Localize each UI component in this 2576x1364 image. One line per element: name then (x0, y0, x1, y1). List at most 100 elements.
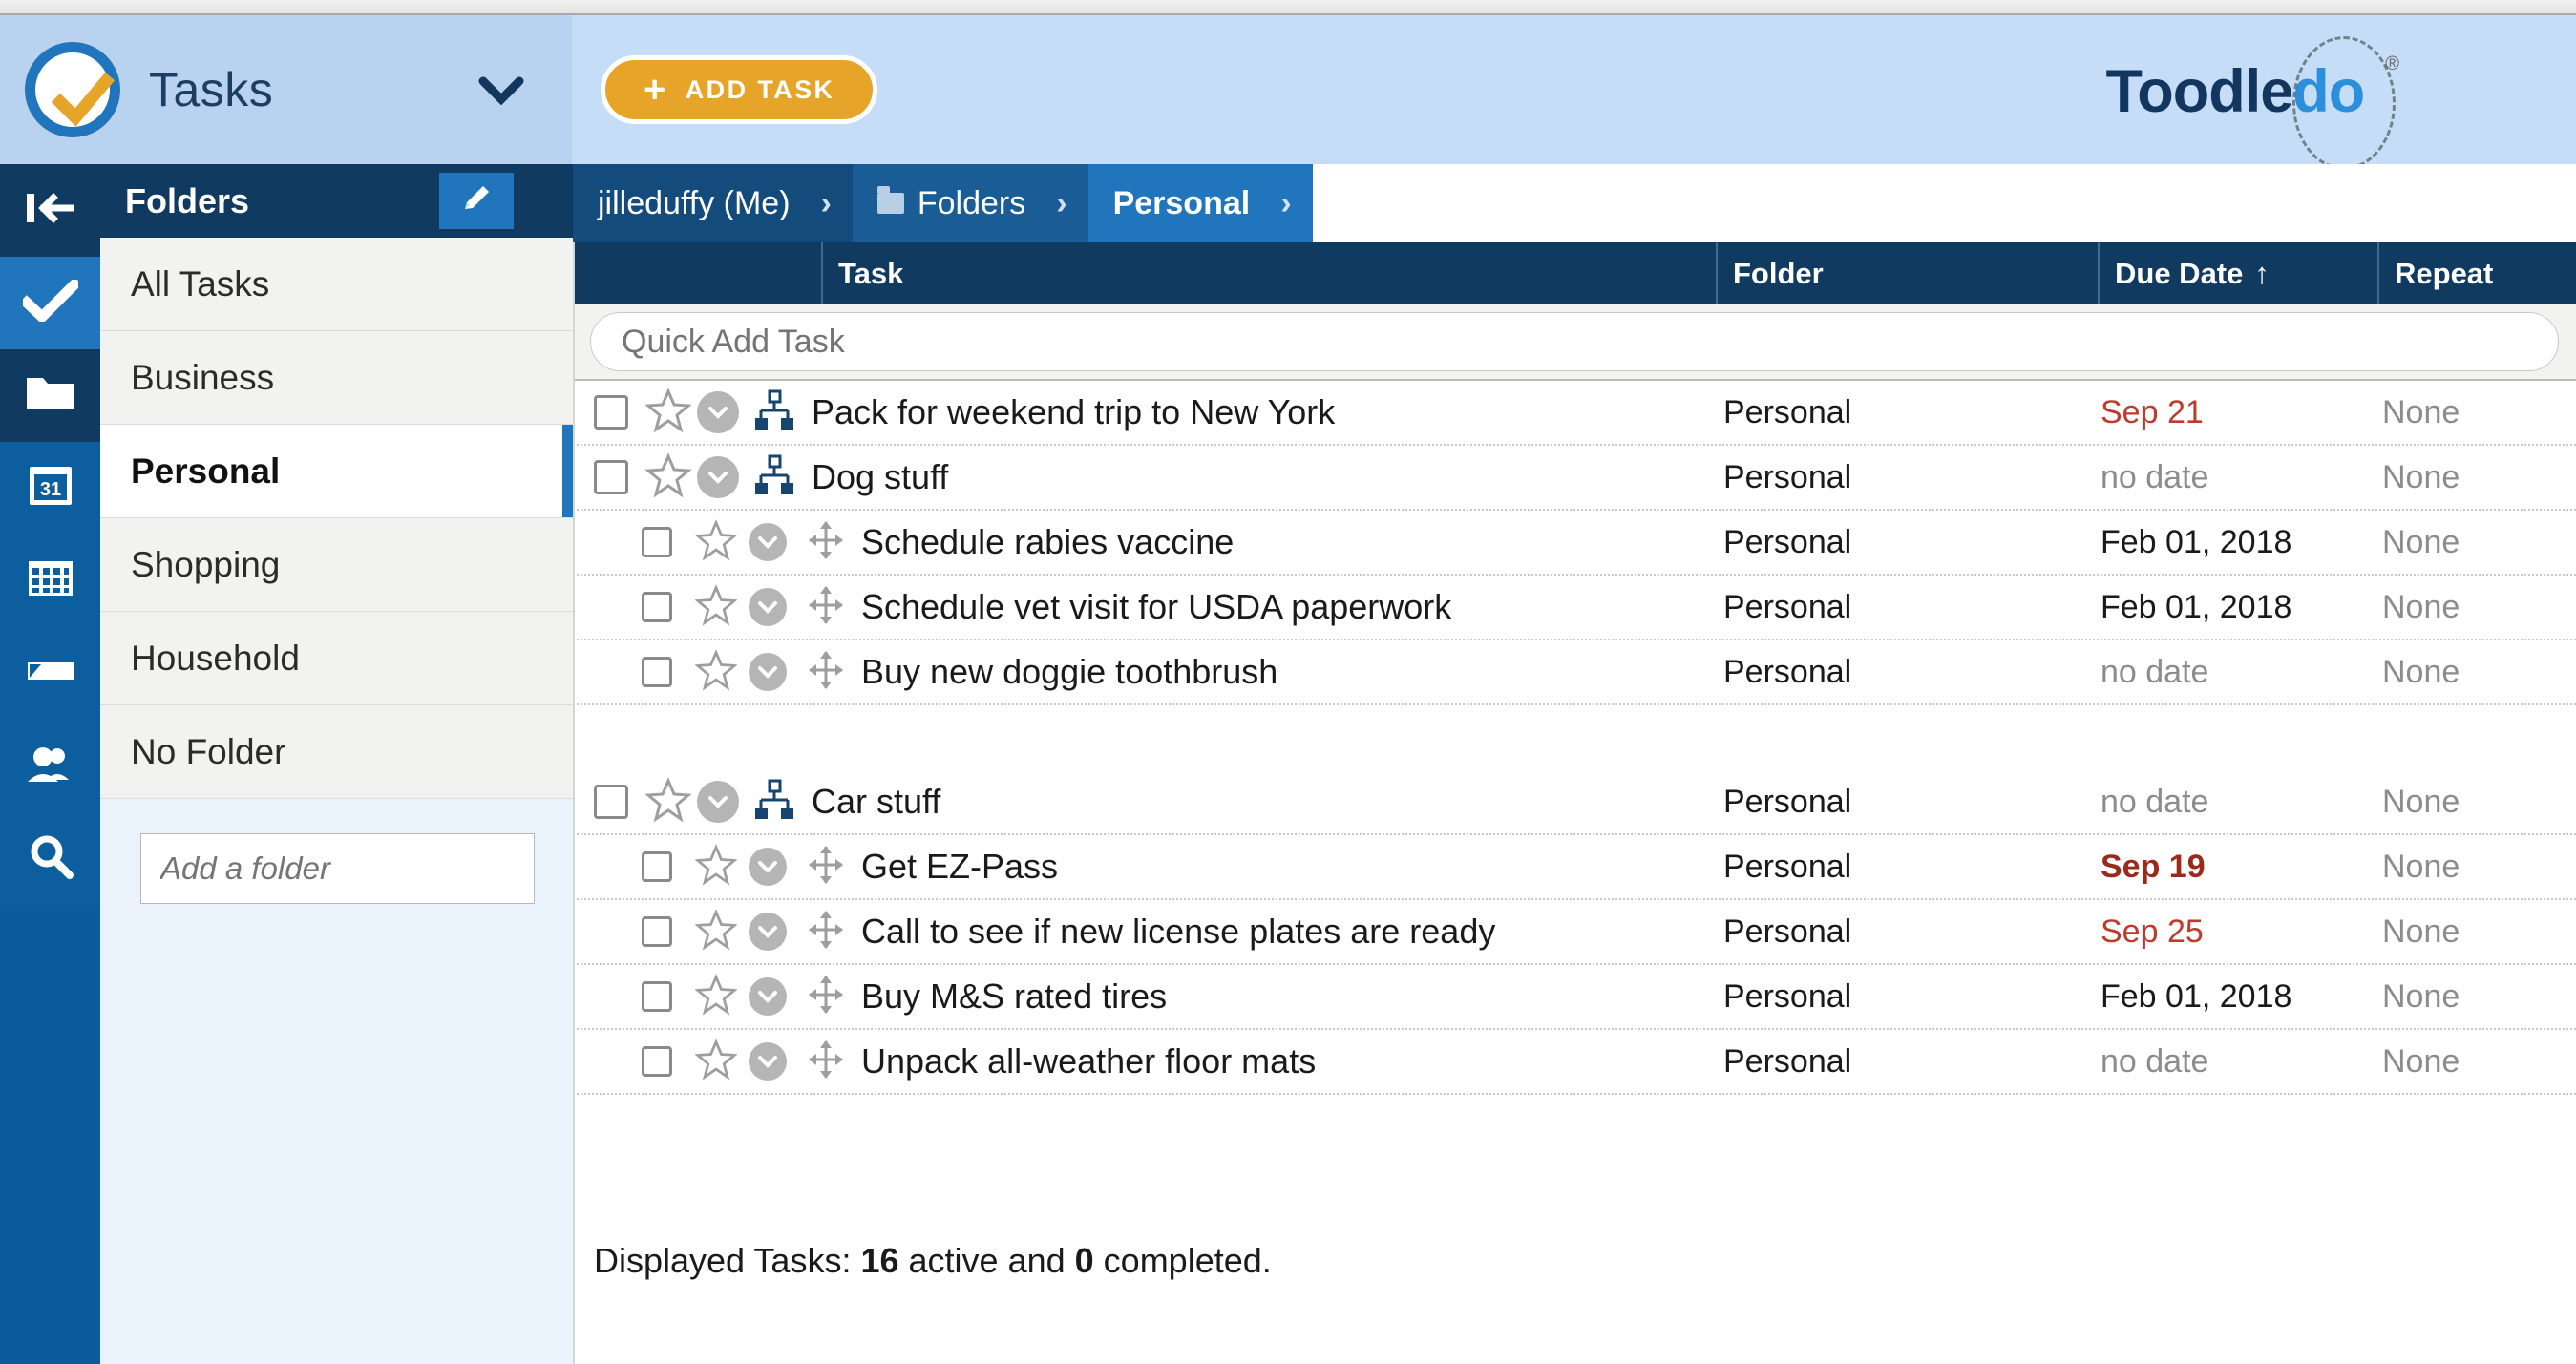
table-row[interactable]: Unpack all-weather floor mats Personal n… (573, 1030, 2576, 1095)
table-row[interactable]: Dog stuff Personal no date None (573, 446, 2576, 511)
star-icon (694, 973, 738, 1020)
sort-ascending-icon: ↑ (2254, 256, 2270, 290)
table-row[interactable]: Schedule rabies vaccine Personal Feb 01,… (573, 511, 2576, 576)
task-title[interactable]: Schedule vet visit for USDA paperwork (861, 576, 1451, 639)
rail-item-notes[interactable] (0, 627, 100, 720)
rail-item-search[interactable] (0, 812, 100, 905)
breadcrumb-item-user[interactable]: jilleduffy (Me) › (573, 164, 853, 242)
task-title[interactable]: Dog stuff (812, 446, 948, 509)
rail-item-collapse[interactable] (0, 164, 100, 257)
task-star-button[interactable] (644, 381, 692, 444)
task-options-button[interactable] (749, 1030, 787, 1093)
task-checkbox[interactable] (594, 446, 628, 509)
chevron-down-icon[interactable] (477, 74, 525, 106)
task-star-button[interactable] (694, 900, 738, 963)
checkbox-icon (642, 981, 672, 1012)
task-options-button[interactable] (697, 770, 739, 833)
rail-item-contacts[interactable] (0, 720, 100, 812)
task-star-button[interactable] (694, 835, 738, 898)
task-title[interactable]: Get EZ-Pass (861, 835, 1058, 898)
edit-folders-button[interactable] (439, 173, 514, 229)
task-checkbox[interactable] (642, 640, 672, 703)
task-star-button[interactable] (694, 576, 738, 639)
icon-rail: 31 (0, 164, 100, 1364)
task-star-button[interactable] (694, 965, 738, 1028)
task-checkbox[interactable] (642, 965, 672, 1028)
column-header-task[interactable]: Task (821, 242, 903, 304)
footer-prefix: Displayed Tasks: (594, 1241, 861, 1280)
task-checkbox[interactable] (642, 835, 672, 898)
task-drag-handle[interactable] (808, 1030, 844, 1093)
sidebar-item-no-folder[interactable]: No Folder (100, 705, 573, 799)
task-star-button[interactable] (644, 446, 692, 509)
table-row[interactable]: Car stuff Personal no date None (573, 770, 2576, 835)
task-due-date: Sep 19 (2101, 848, 2206, 885)
table-row[interactable]: Buy new doggie toothbrush Personal no da… (573, 640, 2576, 705)
task-title[interactable]: Pack for weekend trip to New York (812, 381, 1335, 444)
task-drag-handle[interactable] (808, 576, 844, 639)
task-checkbox[interactable] (594, 770, 628, 833)
toodledo-logo: Toodledo ® (2105, 36, 2399, 170)
task-options-button[interactable] (749, 640, 787, 703)
task-title[interactable]: Buy M&S rated tires (861, 965, 1167, 1028)
task-options-button[interactable] (749, 576, 787, 639)
task-title[interactable]: Car stuff (812, 770, 940, 833)
task-star-button[interactable] (644, 770, 692, 833)
rail-item-tasks[interactable] (0, 257, 100, 349)
task-options-button[interactable] (749, 511, 787, 574)
table-row[interactable]: Get EZ-Pass Personal Sep 19 None (573, 835, 2576, 900)
task-drag-handle[interactable] (808, 640, 844, 703)
footer-completed-count: 0 (1074, 1241, 1094, 1280)
add-task-button[interactable]: + ADD TASK (601, 55, 878, 124)
task-drag-handle[interactable] (808, 900, 844, 963)
sidebar-item-shopping[interactable]: Shopping (100, 518, 573, 612)
app-switcher[interactable]: Tasks (0, 15, 572, 164)
sidebar-item-personal[interactable]: Personal (100, 425, 573, 518)
column-header-due-date[interactable]: Due Date ↑ (2098, 242, 2270, 304)
task-options-button[interactable] (749, 835, 787, 898)
sidebar-item-household[interactable]: Household (100, 612, 573, 705)
chevron-down-icon (749, 653, 787, 691)
task-subtask-toggle[interactable] (754, 381, 794, 444)
table-row[interactable]: Buy M&S rated tires Personal Feb 01, 201… (573, 965, 2576, 1030)
task-checkbox[interactable] (642, 511, 672, 574)
task-options-button[interactable] (749, 900, 787, 963)
task-star-button[interactable] (694, 1030, 738, 1093)
rail-item-grid[interactable] (0, 535, 100, 627)
rail-item-folders[interactable] (0, 349, 100, 442)
footer-active-count: 16 (860, 1241, 899, 1280)
task-drag-handle[interactable] (808, 835, 844, 898)
sitemap-icon (754, 389, 794, 436)
task-title[interactable]: Buy new doggie toothbrush (861, 640, 1277, 703)
rail-item-calendar[interactable]: 31 (0, 442, 100, 535)
task-checkbox[interactable] (594, 381, 628, 444)
task-star-button[interactable] (694, 640, 738, 703)
column-header-folder[interactable]: Folder (1716, 242, 1824, 304)
task-subtask-toggle[interactable] (754, 770, 794, 833)
task-drag-handle[interactable] (808, 511, 844, 574)
task-title[interactable]: Unpack all-weather floor mats (861, 1030, 1316, 1093)
table-row[interactable]: Schedule vet visit for USDA paperwork Pe… (573, 576, 2576, 640)
task-options-button[interactable] (749, 965, 787, 1028)
task-checkbox[interactable] (642, 1030, 672, 1093)
task-subtask-toggle[interactable] (754, 446, 794, 509)
task-options-button[interactable] (697, 381, 739, 444)
table-row[interactable]: Pack for weekend trip to New York Person… (573, 381, 2576, 446)
quick-add-task-input[interactable] (590, 312, 2559, 371)
task-title[interactable]: Call to see if new license plates are re… (861, 900, 1495, 963)
checkbox-icon (642, 1046, 672, 1077)
breadcrumb-item-personal[interactable]: Personal › (1087, 164, 1313, 242)
sidebar-item-business[interactable]: Business (100, 331, 573, 425)
breadcrumb-item-folders[interactable]: Folders › (852, 164, 1088, 242)
add-folder-input[interactable] (140, 833, 535, 904)
task-drag-handle[interactable] (808, 965, 844, 1028)
task-checkbox[interactable] (642, 576, 672, 639)
column-header-repeat[interactable]: Repeat (2377, 242, 2493, 304)
task-checkbox[interactable] (642, 900, 672, 963)
task-title[interactable]: Schedule rabies vaccine (861, 511, 1234, 574)
task-options-button[interactable] (697, 446, 739, 509)
sidebar-item-all-tasks[interactable]: All Tasks (100, 238, 573, 331)
task-star-button[interactable] (694, 511, 738, 574)
task-due-date: no date (2101, 783, 2209, 820)
table-row[interactable]: Call to see if new license plates are re… (573, 900, 2576, 965)
